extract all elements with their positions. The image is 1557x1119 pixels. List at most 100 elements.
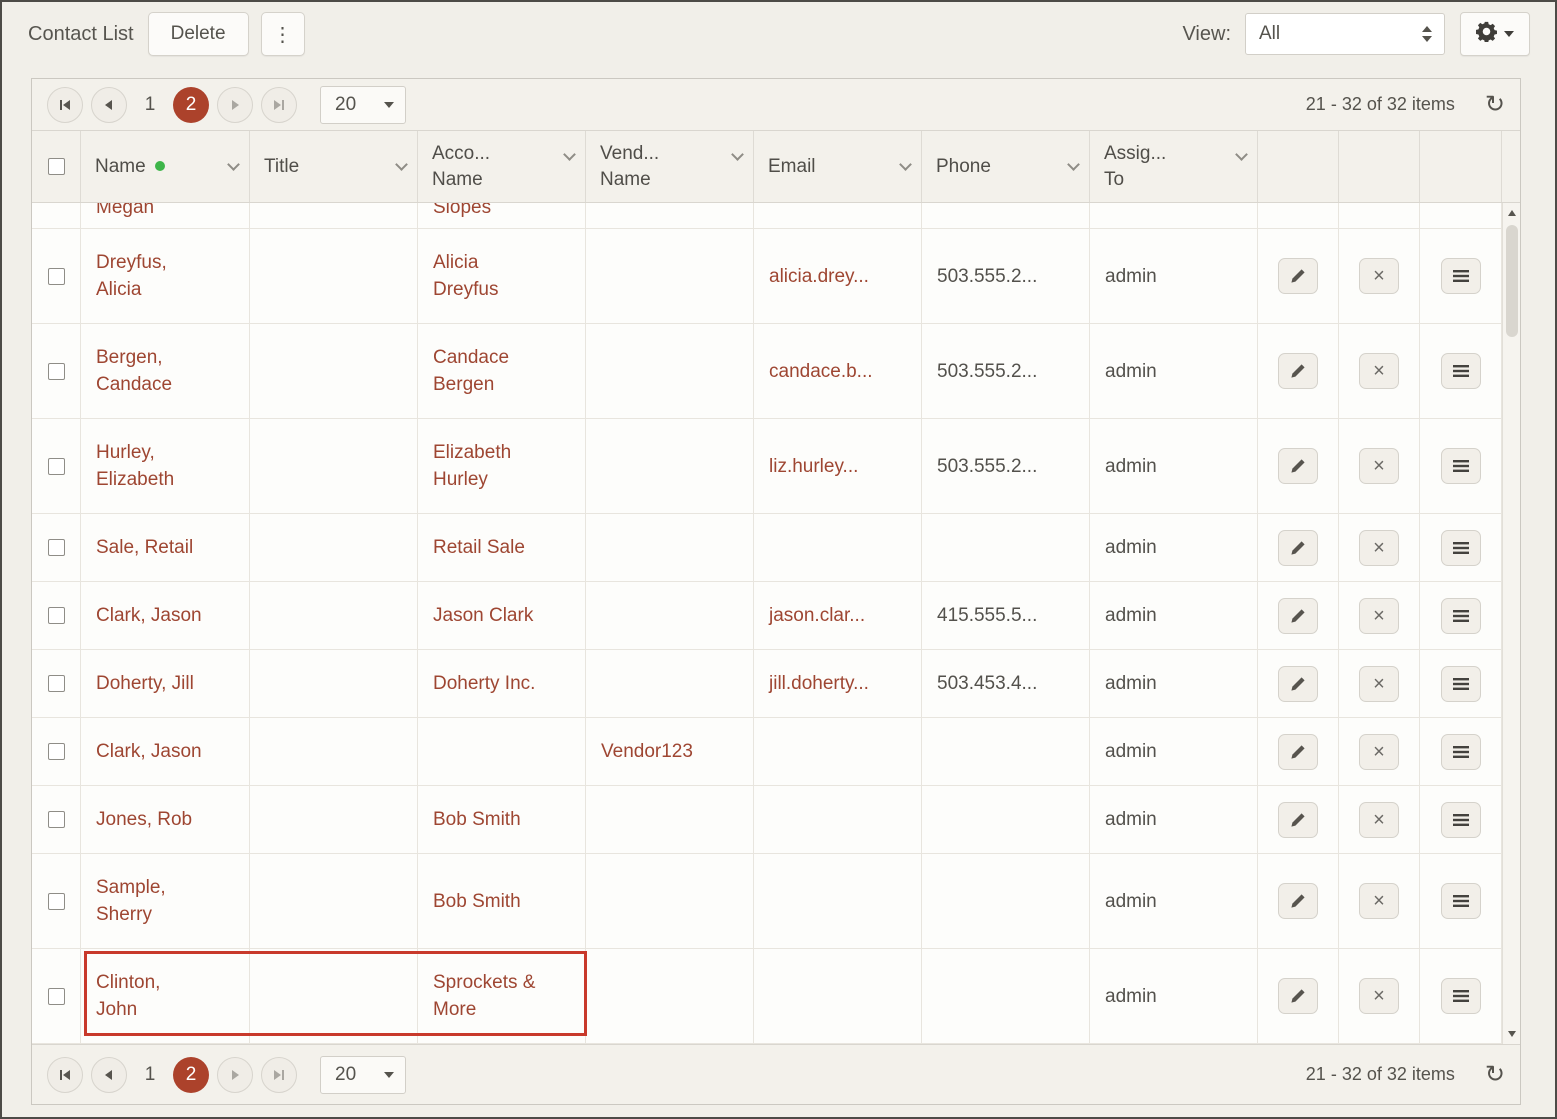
email-link[interactable]: jill.doherty... [769, 670, 869, 697]
contact-name-link[interactable]: Bergen, Candace [96, 344, 172, 398]
page-size-select[interactable]: 20 [320, 85, 406, 124]
scroll-down-button[interactable] [1503, 1024, 1520, 1044]
vertical-scrollbar[interactable] [1502, 203, 1520, 1044]
spinner-down-icon[interactable] [1422, 36, 1432, 42]
account-name-link[interactable]: Elizabeth Hurley [433, 439, 511, 493]
contact-name-link[interactable]: Clark, Jason [96, 602, 202, 629]
account-name-link[interactable]: Candace Bergen [433, 344, 509, 398]
email-link[interactable]: alicia.drey... [769, 263, 869, 290]
remove-button[interactable]: × [1359, 353, 1399, 389]
first-page-button[interactable] [47, 1056, 83, 1093]
row-checkbox[interactable] [47, 607, 65, 624]
remove-button[interactable]: × [1359, 597, 1399, 634]
spinner-up-icon[interactable] [1422, 26, 1432, 32]
first-page-button[interactable] [47, 86, 83, 123]
account-name-link[interactable]: Sprockets & More [433, 969, 535, 1023]
contact-name-link[interactable]: Clinton, John [96, 969, 160, 1023]
next-page-button[interactable] [217, 86, 253, 123]
contact-name-link[interactable]: Jones, Rob [96, 806, 192, 833]
last-page-button[interactable] [261, 1056, 297, 1093]
row-checkbox[interactable] [47, 457, 65, 475]
edit-button[interactable] [1278, 529, 1318, 566]
column-header-name[interactable]: Name [81, 131, 250, 202]
scrollbar-thumb[interactable] [1505, 225, 1518, 337]
remove-button[interactable]: × [1359, 448, 1399, 484]
remove-button[interactable]: × [1359, 665, 1399, 702]
row-menu-button[interactable] [1440, 883, 1481, 919]
kebab-menu-button[interactable]: ⋮ [260, 12, 305, 56]
column-header-phone[interactable]: Phone [922, 131, 1090, 202]
row-checkbox[interactable] [47, 675, 65, 692]
account-name-link[interactable]: Alicia Dreyfus [433, 249, 498, 303]
refresh-button[interactable]: ↻ [1485, 92, 1505, 117]
row-menu-button[interactable] [1440, 448, 1481, 484]
remove-button[interactable]: × [1359, 801, 1399, 838]
contact-name-link[interactable]: Sample, Sherry [96, 874, 166, 928]
row-checkbox[interactable] [47, 267, 65, 285]
next-page-button[interactable] [217, 1056, 253, 1093]
prev-page-button[interactable] [91, 1056, 127, 1093]
scroll-up-button[interactable] [1503, 203, 1520, 223]
row-menu-button[interactable] [1440, 529, 1481, 566]
remove-button[interactable]: × [1359, 978, 1399, 1014]
edit-button[interactable] [1278, 883, 1318, 919]
account-name-link[interactable]: Jason Clark [433, 602, 533, 629]
refresh-button[interactable]: ↻ [1485, 1062, 1505, 1087]
email-link[interactable]: jason.clar... [769, 602, 865, 629]
contact-name-link[interactable]: Clark, Jason [96, 738, 202, 765]
column-header-account-name[interactable]: Acco... Name [418, 131, 586, 202]
row-checkbox[interactable] [47, 743, 65, 760]
account-name-link[interactable]: Doherty Inc. [433, 670, 535, 697]
row-checkbox[interactable] [47, 362, 65, 380]
remove-button[interactable]: × [1359, 883, 1399, 919]
edit-button[interactable] [1278, 978, 1318, 1014]
column-header-email[interactable]: Email [754, 131, 922, 202]
row-menu-button[interactable] [1440, 258, 1481, 294]
column-header-vendor-name[interactable]: Vend... Name [586, 131, 754, 202]
row-checkbox[interactable] [47, 811, 65, 828]
last-page-button[interactable] [261, 86, 297, 123]
page-2-button-current[interactable]: 2 [173, 1056, 209, 1093]
row-menu-button[interactable] [1440, 978, 1481, 1014]
row-menu-button[interactable] [1440, 733, 1481, 770]
email-link[interactable]: candace.b... [769, 358, 873, 385]
edit-button[interactable] [1278, 448, 1318, 484]
column-header-assigned-to[interactable]: Assig... To [1090, 131, 1258, 202]
delete-button[interactable]: Delete [147, 12, 249, 56]
row-checkbox[interactable] [47, 892, 65, 910]
edit-button[interactable] [1278, 801, 1318, 838]
edit-button[interactable] [1278, 597, 1318, 634]
contact-name-link[interactable]: Doherty, Jill [96, 670, 194, 697]
remove-button[interactable]: × [1359, 733, 1399, 770]
view-select[interactable]: All [1245, 13, 1445, 55]
page-1-button[interactable]: 1 [135, 1064, 165, 1086]
contact-name-link[interactable]: Sale, Retail [96, 534, 193, 561]
row-menu-button[interactable] [1440, 597, 1481, 634]
remove-button[interactable]: × [1359, 529, 1399, 566]
edit-button[interactable] [1278, 665, 1318, 702]
account-name-link[interactable]: Slopes [433, 203, 491, 221]
row-menu-button[interactable] [1440, 801, 1481, 838]
select-all-checkbox[interactable] [47, 158, 65, 175]
email-link[interactable]: liz.hurley... [769, 453, 858, 480]
contact-name-link[interactable]: Dreyfus, Alicia [96, 249, 167, 303]
page-2-button-current[interactable]: 2 [173, 86, 209, 123]
prev-page-button[interactable] [91, 86, 127, 123]
edit-button[interactable] [1278, 258, 1318, 294]
edit-button[interactable] [1278, 353, 1318, 389]
page-size-select[interactable]: 20 [320, 1055, 406, 1094]
edit-button[interactable] [1278, 733, 1318, 770]
account-name-link[interactable]: Bob Smith [433, 806, 521, 833]
settings-button[interactable] [1460, 12, 1530, 56]
contact-name-link[interactable]: Megan [96, 203, 154, 221]
page-1-button[interactable]: 1 [135, 94, 165, 116]
contact-name-link[interactable]: Hurley, Elizabeth [96, 439, 174, 493]
vendor-name-link[interactable]: Vendor123 [601, 738, 693, 765]
row-checkbox[interactable] [47, 539, 65, 556]
row-menu-button[interactable] [1440, 353, 1481, 389]
column-header-title[interactable]: Title [250, 131, 418, 202]
row-checkbox[interactable] [47, 987, 65, 1005]
account-name-link[interactable]: Bob Smith [433, 888, 521, 915]
row-menu-button[interactable] [1440, 665, 1481, 702]
account-name-link[interactable]: Retail Sale [433, 534, 525, 561]
